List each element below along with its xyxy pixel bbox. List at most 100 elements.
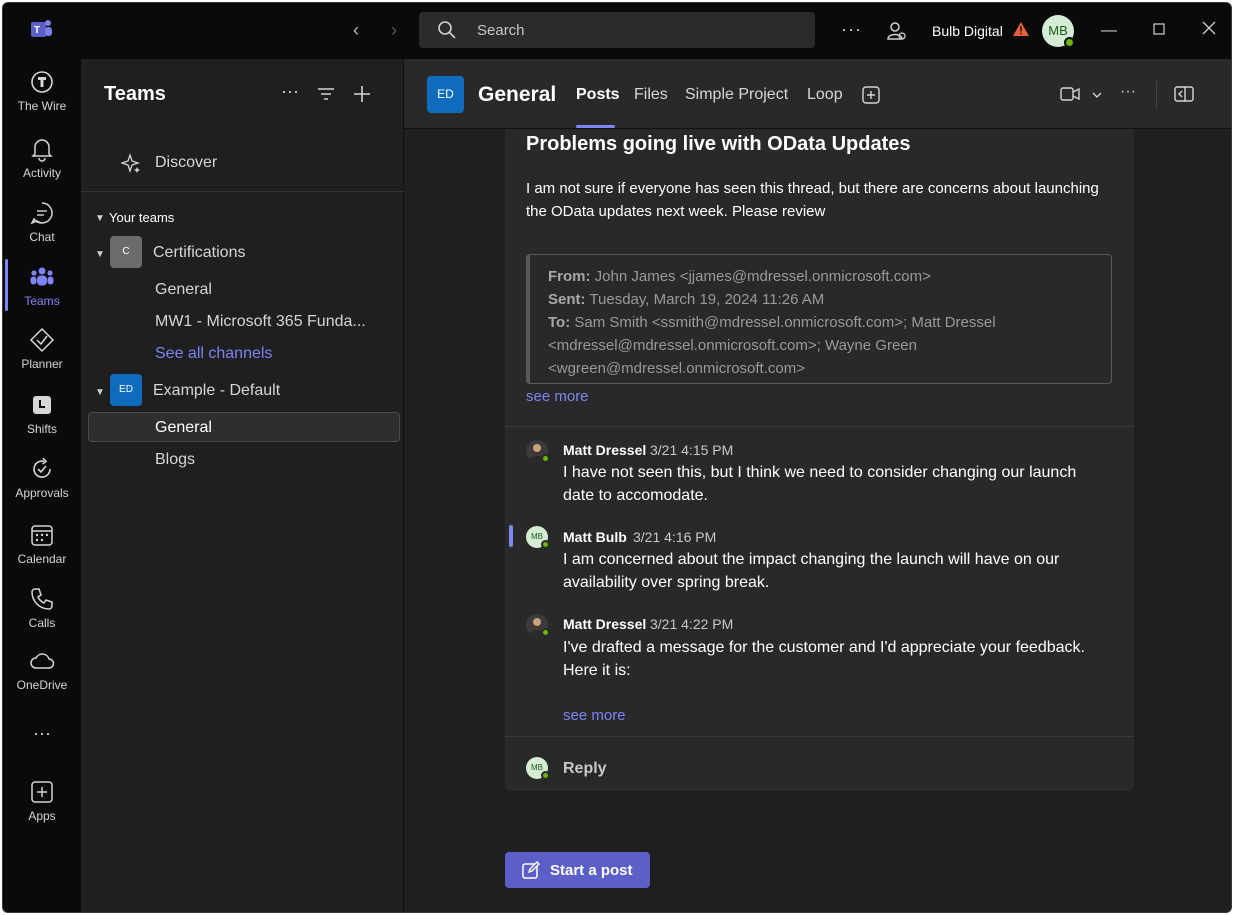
chevron-down-icon[interactable] — [1092, 92, 1102, 98]
tab-simple-project[interactable]: Simple Project — [685, 86, 788, 104]
tab-loop[interactable]: Loop — [807, 86, 843, 104]
see-more-link[interactable]: see more — [526, 388, 589, 405]
post-subject: Problems going live with OData Updates — [526, 133, 911, 155]
svg-text:T: T — [34, 25, 40, 36]
rail-label: Teams — [24, 294, 60, 308]
team-name[interactable]: Example - Default — [153, 382, 280, 400]
post-card: Problems going live with OData Updates I… — [505, 129, 1134, 791]
active-tab-indicator — [576, 125, 615, 128]
reply-timestamp: 3/21 4:22 PM — [650, 616, 734, 632]
filter-icon[interactable] — [317, 87, 335, 101]
minimize-button[interactable]: — — [1099, 21, 1119, 41]
team-name[interactable]: Certifications — [153, 244, 245, 262]
reply-author[interactable]: Matt Dressel — [563, 442, 646, 458]
rail-item-teams[interactable]: Teams — [3, 256, 81, 318]
open-panel-icon[interactable] — [1174, 86, 1194, 102]
people-settings-icon[interactable] — [885, 20, 907, 42]
presence-available-icon — [541, 771, 550, 780]
rail-item-approvals[interactable]: Approvals — [3, 448, 81, 510]
discover-link[interactable]: Discover — [155, 154, 217, 172]
back-button[interactable]: ‹ — [345, 19, 367, 41]
card-divider — [505, 736, 1134, 737]
bell-icon — [31, 139, 53, 162]
rail-label: Approvals — [15, 486, 69, 500]
channel-title: General — [478, 83, 557, 106]
rail-item-onedrive[interactable]: OneDrive — [3, 640, 81, 702]
presence-available-icon — [541, 454, 550, 463]
video-call-icon[interactable] — [1060, 87, 1080, 101]
calendar-icon — [31, 525, 53, 546]
warning-icon[interactable] — [1012, 21, 1030, 37]
see-all-channels-link[interactable]: See all channels — [155, 345, 272, 363]
more-options-icon[interactable]: ··· — [1120, 83, 1136, 101]
channel-item[interactable]: Blogs — [155, 451, 195, 469]
teams-window: T ‹ › Search ··· Bulb Digital MB — The W… — [2, 2, 1232, 913]
rail-label: The Wire — [17, 99, 67, 113]
sent-value: Tuesday, March 19, 2024 11:26 AM — [589, 291, 825, 308]
reply-button[interactable]: Reply — [563, 760, 607, 778]
sent-label: Sent: — [548, 291, 586, 308]
reply-text: I am concerned about the impact changing… — [563, 551, 1060, 591]
selected-channel-highlight — [88, 412, 400, 442]
reply-timestamp: 3/21 4:16 PM — [633, 529, 717, 545]
channel-item-selected[interactable]: General — [155, 419, 212, 437]
rail-item-calendar[interactable]: Calendar — [3, 514, 81, 576]
approvals-icon — [33, 457, 51, 478]
add-icon[interactable] — [353, 85, 371, 103]
rail-label: Apps — [28, 809, 56, 823]
channel-main: ED General Posts Files Simple Project Lo… — [404, 59, 1231, 912]
tab-posts[interactable]: Posts — [576, 86, 620, 104]
shifts-icon — [33, 396, 51, 414]
the-wire-icon — [31, 71, 53, 93]
title-bar: T ‹ › Search ··· Bulb Digital MB — — [3, 3, 1231, 59]
sparkle-icon — [121, 152, 141, 174]
reply-author[interactable]: Matt Bulb — [563, 529, 627, 545]
maximize-button[interactable] — [1149, 21, 1169, 41]
teams-icon — [30, 267, 54, 286]
channel-item[interactable]: General — [155, 281, 212, 299]
rail-item-apps[interactable]: Apps — [3, 771, 81, 833]
team-avatar: ED — [427, 76, 464, 113]
chevron-down-icon[interactable]: ▼ — [95, 249, 105, 260]
presence-available-icon — [541, 628, 550, 637]
presence-available-icon — [1064, 37, 1075, 48]
reply-author[interactable]: Matt Dressel — [563, 616, 646, 632]
reply-timestamp: 3/21 4:15 PM — [650, 442, 734, 458]
channel-item[interactable]: MW1 - Microsoft 365 Funda... — [155, 313, 366, 331]
search-icon — [438, 21, 456, 39]
chevron-down-icon[interactable]: ▼ — [95, 387, 105, 398]
forward-button[interactable]: › — [383, 19, 405, 41]
more-options-icon[interactable]: ··· — [281, 81, 299, 102]
rail-item-chat[interactable]: Chat — [3, 192, 81, 254]
see-more-link[interactable]: see more — [563, 707, 626, 724]
search-input[interactable]: Search — [419, 12, 815, 48]
rail-item-activity[interactable]: Activity — [3, 128, 81, 190]
more-options-icon[interactable]: ··· — [841, 19, 862, 40]
search-placeholder: Search — [477, 22, 525, 39]
compose-icon — [522, 861, 540, 879]
app-rail: The Wire Activity Chat Teams Planner Shi… — [3, 59, 81, 912]
rail-item-calls[interactable]: Calls — [3, 578, 81, 640]
header-separator — [1156, 81, 1157, 109]
add-tab-icon[interactable] — [862, 86, 880, 104]
rail-more-apps[interactable]: ··· — [3, 719, 81, 749]
phone-icon — [31, 588, 53, 610]
start-post-button[interactable]: Start a post — [505, 852, 650, 888]
teams-logo-icon: T — [31, 20, 52, 37]
rail-label: Activity — [22, 166, 61, 180]
post-body: I am not sure if everyone has seen this … — [526, 180, 1099, 220]
rail-item-the-wire[interactable]: The Wire — [3, 61, 81, 123]
rail-item-shifts[interactable]: Shifts — [3, 384, 81, 446]
tab-files[interactable]: Files — [634, 86, 668, 104]
start-post-label: Start a post — [550, 862, 633, 879]
chevron-down-icon[interactable]: ▼ — [95, 213, 105, 224]
close-button[interactable] — [1199, 21, 1219, 41]
cloud-icon — [30, 653, 55, 669]
your-teams-heading[interactable]: Your teams — [109, 210, 174, 225]
rail-label: Planner — [21, 357, 63, 371]
org-name[interactable]: Bulb Digital — [932, 23, 1003, 39]
rail-item-planner[interactable]: Planner — [3, 319, 81, 381]
rail-label: Shifts — [26, 422, 57, 436]
from-value: John James <jjames@mdressel.onmicrosoft.… — [594, 268, 931, 285]
from-label: From: — [548, 268, 591, 285]
